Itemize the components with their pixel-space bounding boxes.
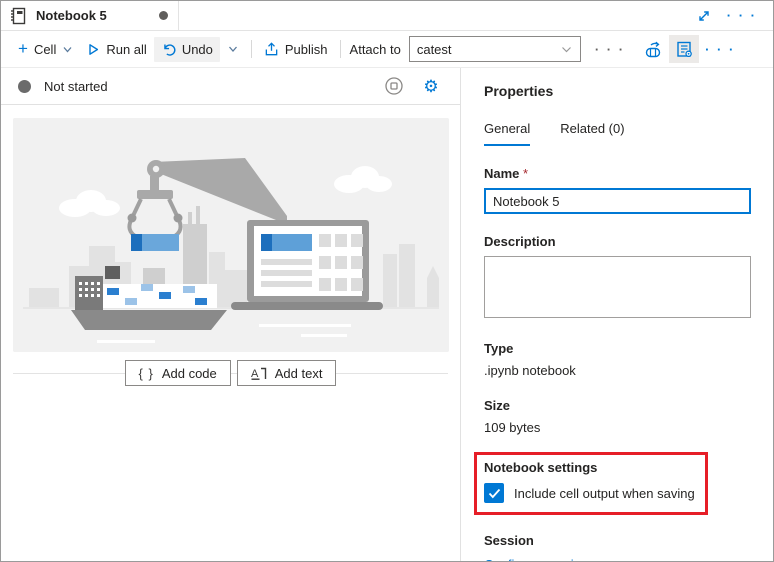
add-cell-label: Cell xyxy=(33,41,57,57)
tab-related[interactable]: Related (0) xyxy=(560,121,624,146)
configure-session-link[interactable]: Configure session xyxy=(484,557,588,561)
spark-session-icon[interactable] xyxy=(639,35,669,63)
tab-title: Notebook 5 xyxy=(36,8,107,23)
session-label: Session xyxy=(484,533,534,548)
play-icon xyxy=(89,43,99,55)
tab-notebook-5[interactable]: Notebook 5 xyxy=(1,1,179,30)
description-textarea[interactable] xyxy=(484,256,751,318)
publish-button[interactable]: Publish xyxy=(257,37,335,62)
add-text-label: Add text xyxy=(274,365,323,381)
add-cell-row: { } Add code A Add text xyxy=(13,352,448,394)
name-label: Name * xyxy=(484,166,529,181)
empty-notebook-illustration xyxy=(13,118,449,352)
undo-redo-dropdown[interactable] xyxy=(220,38,246,60)
run-all-button[interactable]: Run all xyxy=(80,37,153,62)
status-dot xyxy=(18,79,31,93)
size-label: Size xyxy=(484,398,511,413)
notebook-canvas: { } Add code A Add text xyxy=(1,105,460,394)
chevron-down-icon xyxy=(63,46,72,52)
editor-pane: Not started ⚙ {} Add code A Add text xyxy=(1,68,461,561)
check-icon xyxy=(488,488,500,498)
svg-text:A: A xyxy=(251,368,259,380)
stop-session-icon[interactable] xyxy=(382,74,406,98)
session-status-text: Not started xyxy=(44,78,108,94)
description-label: Description xyxy=(484,234,556,249)
chevron-down-icon xyxy=(228,46,237,52)
attach-to-dropdown[interactable]: catest xyxy=(408,36,581,62)
include-output-checkbox[interactable] xyxy=(484,483,504,503)
include-output-label: Include cell output when saving xyxy=(514,485,695,501)
undo-label: Undo xyxy=(181,41,213,57)
publish-icon xyxy=(265,41,278,55)
toolbar-divider xyxy=(250,40,252,58)
toolbar-divider xyxy=(339,40,341,58)
text-icon: A xyxy=(251,367,266,380)
publish-label: Publish xyxy=(284,41,328,57)
undo-button[interactable]: Undo xyxy=(153,36,220,62)
required-asterisk: * xyxy=(523,166,529,181)
add-code-button[interactable]: { } Add code xyxy=(124,360,231,386)
chevron-down-icon xyxy=(561,46,571,52)
toolbar-far-more-icon[interactable]: · · · xyxy=(705,42,735,57)
window-more-icon[interactable]: · · · xyxy=(727,8,757,23)
properties-pane: Properties General Related (0) Name * De… xyxy=(461,68,773,561)
name-input[interactable] xyxy=(484,188,751,214)
tab-bar: Notebook 5 · · · xyxy=(1,1,773,31)
add-code-label: Add code xyxy=(161,365,217,381)
tab-general[interactable]: General xyxy=(484,121,531,146)
properties-title: Properties xyxy=(484,83,554,99)
notebook-icon xyxy=(10,7,27,25)
session-status-bar: Not started ⚙ xyxy=(1,68,460,105)
notebook-toolbar: + Cell Run all Undo Publish Attach to ca… xyxy=(1,31,773,68)
properties-tabs: General Related (0) xyxy=(484,121,751,146)
properties-pane-icon[interactable] xyxy=(669,35,700,63)
size-value: 109 bytes xyxy=(484,420,541,435)
toolbar-more-icon[interactable]: · · · xyxy=(591,42,629,57)
tab-actions: · · · xyxy=(697,1,773,30)
attach-to-value: catest xyxy=(416,41,452,57)
undo-icon xyxy=(164,43,176,56)
type-label: Type xyxy=(484,341,514,356)
plus-icon: + xyxy=(18,39,28,58)
include-output-row: Include cell output when saving xyxy=(484,483,695,503)
expand-icon[interactable] xyxy=(697,9,711,23)
main-area: Not started ⚙ {} Add code A Add text Pr… xyxy=(1,68,773,561)
unsaved-dot xyxy=(159,11,168,20)
code-braces-icon: { } xyxy=(138,365,154,381)
notebook-window: Notebook 5 · · · + Cell Run all Undo Pub… xyxy=(0,0,774,562)
red-annotation-box: Notebook settings Include cell output wh… xyxy=(474,452,708,515)
notebook-settings-label: Notebook settings xyxy=(484,460,598,475)
attach-to-label: Attach to xyxy=(349,41,401,57)
session-gear-icon[interactable]: ⚙ xyxy=(419,74,443,98)
add-text-button[interactable]: A Add text xyxy=(236,360,337,386)
type-value: .ipynb notebook xyxy=(484,363,576,378)
add-cell-button[interactable]: + Cell xyxy=(11,37,80,62)
run-all-label: Run all xyxy=(106,41,147,57)
